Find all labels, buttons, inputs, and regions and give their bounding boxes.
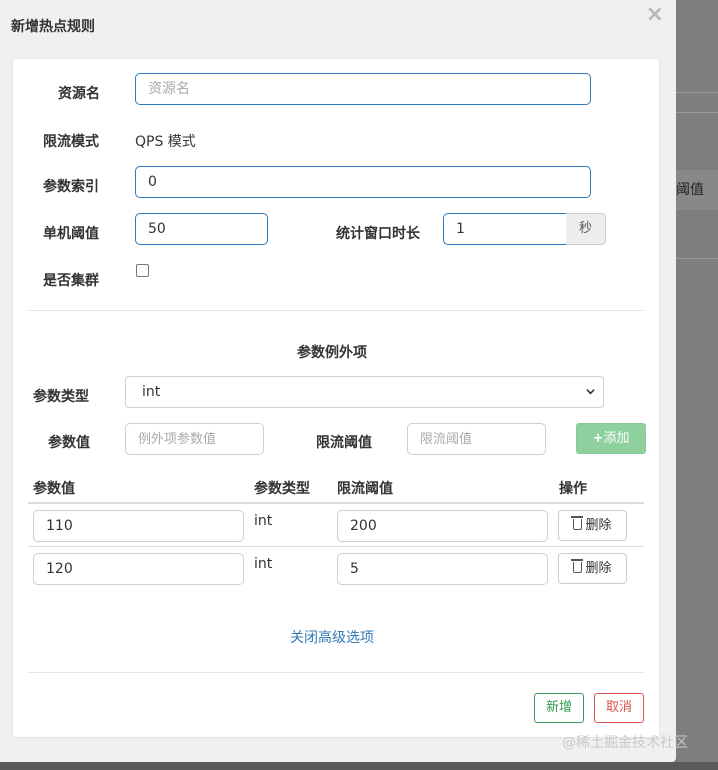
background-divider [676,92,718,93]
cancel-button[interactable]: 取消 [594,693,644,723]
window-unit-addon: 秒 [566,213,606,245]
close-advanced-link[interactable]: 关闭高级选项 [290,627,374,647]
resource-name-label: 资源名 [58,86,100,102]
dialog-header: 新增热点规则 × [0,0,676,52]
row-param-type: int [254,556,273,572]
dialog-title: 新增热点规则 [11,19,95,35]
cluster-label: 是否集群 [43,273,99,289]
resource-name-input[interactable] [135,73,591,105]
param-index-input[interactable] [135,166,591,198]
param-type-select[interactable]: int [125,376,604,408]
add-exception-label: 添加 [603,431,630,446]
exception-value-input[interactable] [125,423,264,455]
cluster-checkbox[interactable] [136,264,149,277]
watermark: @稀土掘金技术社区 [562,735,688,751]
row-param-value-input[interactable] [33,553,244,585]
footer-divider [28,672,644,673]
table-header-line [28,502,644,504]
background-page: 阈值 [676,0,718,770]
table-header-action: 操作 [559,481,587,497]
param-index-label: 参数索引 [43,179,99,195]
exception-threshold-input[interactable] [407,423,546,455]
window-input[interactable] [443,213,567,245]
bottom-bar [0,762,718,770]
table-header-value: 参数值 [33,481,75,497]
delete-label: 删除 [585,518,612,533]
exception-value-label: 参数值 [48,435,90,451]
add-exception-button[interactable]: +添加 [576,423,646,454]
chevron-down-icon [586,389,595,395]
threshold-input[interactable] [135,213,268,245]
param-type-selected: int [142,384,161,400]
section-divider [28,310,644,311]
param-type-label: 参数类型 [33,389,89,405]
table-header-type: 参数类型 [254,481,310,497]
rule-form-card: 资源名 限流模式 QPS 模式 参数索引 单机阈值 统计窗口时长 秒 是否集群 … [12,58,660,738]
background-divider [676,112,718,113]
row-param-value-input[interactable] [33,510,244,542]
table-row-line [28,546,644,547]
exception-threshold-label: 限流阈值 [316,435,372,451]
row-threshold-input[interactable] [337,510,548,542]
delete-row-button[interactable]: 删除 [558,553,627,584]
delete-row-button[interactable]: 删除 [558,510,627,541]
background-table-cell: 阈值 [676,170,718,210]
row-param-type: int [254,513,273,529]
limit-mode-value: QPS 模式 [135,134,196,150]
table-header-threshold: 限流阈值 [337,481,393,497]
background-cell-text: 阈值 [676,182,704,198]
background-divider [676,258,718,259]
plus-icon: + [592,431,604,446]
exceptions-section-title: 参数例外项 [297,345,367,361]
trash-icon [571,559,584,573]
delete-label: 删除 [585,561,612,576]
threshold-label: 单机阈值 [43,226,99,242]
hotspot-rule-dialog: 新增热点规则 × 资源名 限流模式 QPS 模式 参数索引 单机阈值 统计窗口时… [0,0,676,762]
limit-mode-label: 限流模式 [43,134,99,150]
row-threshold-input[interactable] [337,553,548,585]
window-label: 统计窗口时长 [336,226,420,242]
trash-icon [571,516,584,530]
close-icon[interactable]: × [646,4,664,26]
submit-button[interactable]: 新增 [534,693,584,723]
